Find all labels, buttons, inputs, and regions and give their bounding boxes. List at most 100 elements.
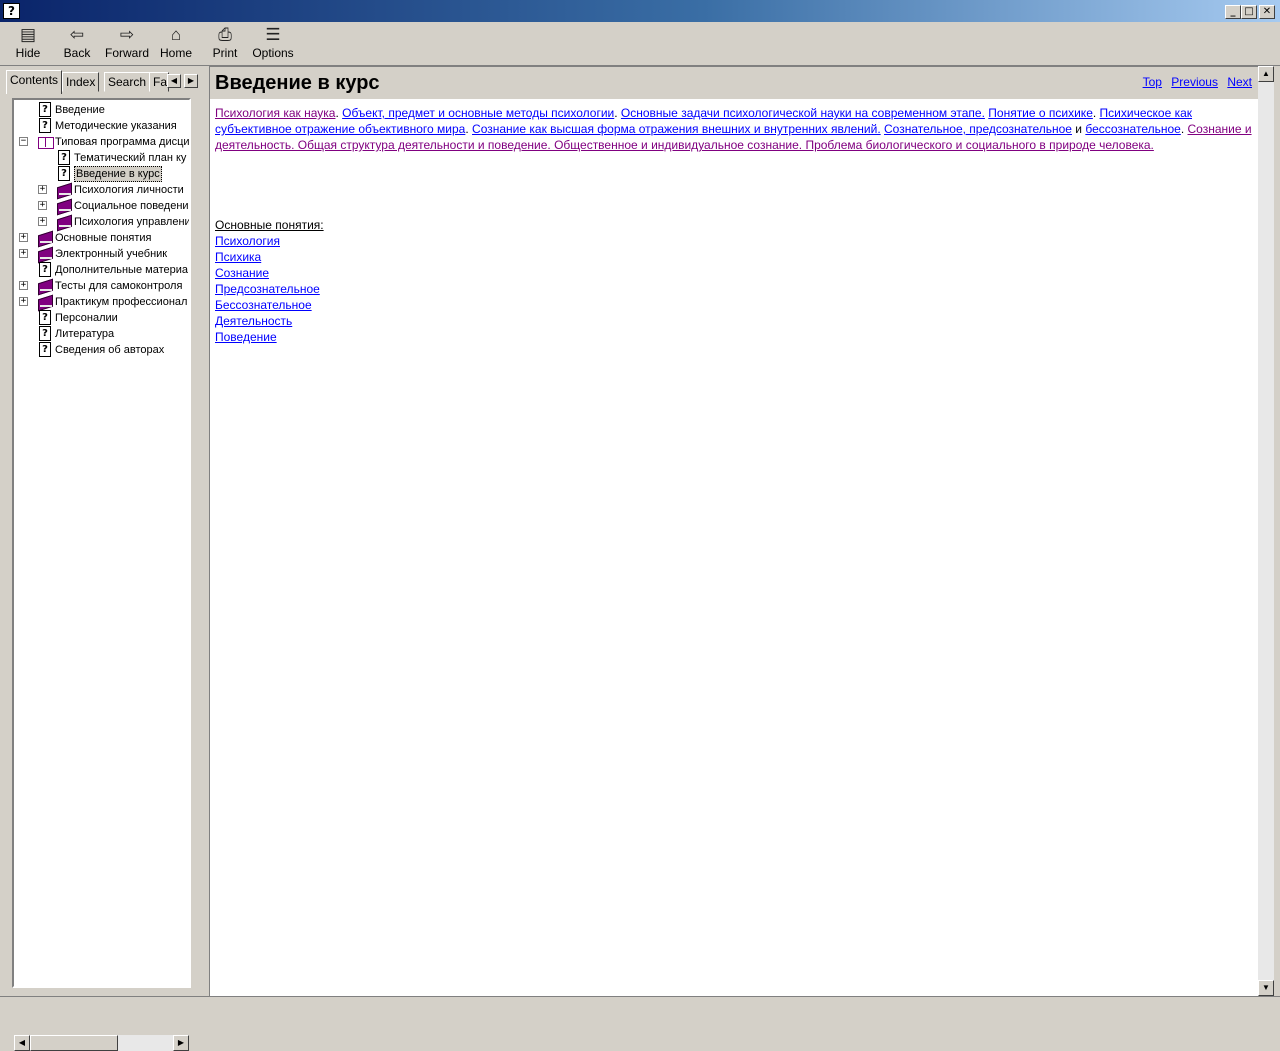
expand-icon[interactable]: + — [38, 217, 47, 226]
tab-scroll-right-button[interactable]: ▶ — [184, 74, 198, 88]
scroll-down-button[interactable]: ▼ — [1258, 980, 1274, 996]
home-icon: ⌂ — [170, 25, 182, 44]
collapse-icon[interactable]: − — [19, 137, 28, 146]
minimize-button[interactable]: _ — [1225, 5, 1241, 19]
contents-tree[interactable]: ? Введение ? Методические указания − Типовая … — [12, 98, 191, 988]
expand-icon[interactable]: + — [38, 185, 47, 194]
back-button[interactable]: ⇦ Back — [58, 24, 96, 64]
forward-arrow-icon: ⇨ — [119, 25, 135, 44]
tree-item-label: Введение — [55, 104, 105, 116]
options-button[interactable]: ☰ Options — [251, 24, 295, 64]
back-arrow-icon: ⇦ — [69, 25, 85, 44]
topic-link[interactable]: Основные задачи психологической науки на… — [621, 106, 985, 120]
page-title: Введение в курс — [215, 72, 380, 94]
tab-search[interactable]: Search — [104, 72, 151, 92]
tree-item[interactable]: + Психология личности — [14, 182, 189, 198]
tree-item[interactable]: ? Введение — [14, 102, 189, 118]
tab-favorites[interactable]: Fa — [149, 72, 169, 92]
tree-item-label: Введение в курс — [74, 166, 162, 182]
forward-button[interactable]: ⇨ Forward — [104, 24, 150, 64]
help-page-icon: ? — [39, 118, 51, 133]
tree-item[interactable]: ? Дополнительные материа — [14, 262, 189, 278]
topic-link[interactable]: Объект, предмет и основные методы психол… — [342, 106, 614, 120]
tree-item-label: Практикум профессионал — [55, 296, 188, 308]
topic-link[interactable]: Понятие о психике — [988, 106, 1093, 120]
scroll-left-button[interactable]: ◀ — [14, 1035, 30, 1051]
hide-button[interactable]: ▤ Hide — [10, 24, 46, 64]
title-bar: ? _ □ ✕ — [0, 0, 1280, 22]
help-book-icon[interactable]: ? — [3, 2, 20, 19]
tab-contents[interactable]: Contents — [6, 70, 63, 94]
key-concepts: Основные понятия: Психология Психика Созна… — [215, 217, 324, 345]
help-page-icon: ? — [39, 262, 51, 277]
scroll-thumb[interactable] — [30, 1035, 118, 1051]
navigation-pane: Contents Index Search Fa ◀ ▶ ? Введение ? М… — [0, 66, 205, 1051]
open-book-icon — [37, 136, 54, 149]
concept-link[interactable]: Сознание — [215, 265, 324, 281]
tree-item-label: Дополнительные материа — [55, 264, 188, 276]
tree-horizontal-scrollbar[interactable]: ◀ ▶ — [14, 1035, 189, 1051]
content-pane: Введение в курс Top Previous Next Психол… — [210, 66, 1258, 996]
help-page-icon: ? — [39, 342, 51, 357]
tree-item[interactable]: ? Персоналии — [14, 310, 189, 326]
tree-item[interactable]: + Социальное поведение — [14, 198, 189, 214]
concept-link[interactable]: Психология — [215, 233, 324, 249]
tree-item-label: Психология управлени — [74, 216, 191, 228]
printer-icon: ⎙ — [218, 25, 232, 44]
closed-book-icon — [37, 248, 53, 260]
topic-link[interactable]: Сознание как высшая форма отражения внеш… — [472, 122, 881, 136]
hide-icon: ▤ — [19, 25, 37, 44]
concept-link[interactable]: Деятельность — [215, 313, 324, 329]
maximize-button[interactable]: □ — [1241, 5, 1257, 19]
topic-link[interactable]: Сознательное, предсознательное — [884, 122, 1072, 136]
tree-item[interactable]: − Типовая программа дисци — [14, 134, 189, 150]
close-button[interactable]: ✕ — [1259, 5, 1275, 19]
tree-item-label: Персоналии — [55, 312, 118, 324]
scroll-right-button[interactable]: ▶ — [173, 1035, 189, 1051]
options-icon: ☰ — [265, 25, 281, 44]
tree-item[interactable]: ? Методические указания — [14, 118, 189, 134]
next-link[interactable]: Next — [1227, 75, 1252, 89]
help-page-icon: ? — [39, 102, 51, 117]
tab-index[interactable]: Index — [62, 72, 100, 92]
tree-item-label: Типовая программа дисци — [55, 136, 190, 148]
concept-link[interactable]: Поведение — [215, 329, 324, 345]
concept-link[interactable]: Предсознательное — [215, 281, 324, 297]
tree-item[interactable]: ? Литература — [14, 326, 189, 342]
closed-book-icon — [37, 280, 53, 292]
tab-scroll-left-button[interactable]: ◀ — [167, 74, 181, 88]
topic-link[interactable]: бессознательное — [1085, 122, 1181, 136]
expand-icon[interactable]: + — [19, 233, 28, 242]
print-button[interactable]: ⎙ Print — [207, 24, 243, 64]
tree-item[interactable]: + Основные понятия — [14, 230, 189, 246]
tree-item[interactable]: + Электронный учебник — [14, 246, 189, 262]
tree-item-label: Социальное поведение — [74, 200, 191, 212]
tree-item-label: Электронный учебник — [55, 248, 168, 260]
tree-item-label: Тематический план ку — [74, 152, 187, 164]
home-button[interactable]: ⌂ Home — [157, 24, 195, 64]
content-vertical-scrollbar[interactable]: ▲ ▼ — [1258, 66, 1274, 996]
tree-item-label: Основные понятия — [55, 232, 152, 244]
expand-icon[interactable]: + — [38, 201, 47, 210]
expand-icon[interactable]: + — [19, 281, 28, 290]
topic-link[interactable]: Психология как наука — [215, 106, 335, 120]
tree-item[interactable]: + Психология управлени — [14, 214, 189, 230]
key-concepts-heading: Основные понятия: — [215, 218, 324, 232]
toolbar: ▤ Hide ⇦ Back ⇨ Forward ⌂ Home ⎙ Print ☰… — [0, 22, 1280, 66]
tree-item[interactable]: ? Введение в курс — [14, 166, 189, 182]
expand-icon[interactable]: + — [19, 249, 28, 258]
concept-link[interactable]: Бессознательное — [215, 297, 324, 313]
help-page-icon: ? — [39, 326, 51, 341]
topic-navigation: Top Previous Next — [1137, 75, 1252, 89]
top-link[interactable]: Top — [1143, 75, 1162, 89]
tree-item[interactable]: ? Тематический план ку — [14, 150, 189, 166]
tree-item[interactable]: + Практикум профессионал — [14, 294, 189, 310]
topic-links-paragraph: Психология как наука. Объект, предмет и … — [215, 105, 1255, 153]
expand-icon[interactable]: + — [19, 297, 28, 306]
tree-item[interactable]: ? Сведения об авторах — [14, 342, 189, 358]
previous-link[interactable]: Previous — [1171, 75, 1218, 89]
tree-item[interactable]: + Тесты для самоконтроля — [14, 278, 189, 294]
concept-link[interactable]: Психика — [215, 249, 324, 265]
scroll-up-button[interactable]: ▲ — [1258, 66, 1274, 82]
topic-separator: и — [1071, 122, 1086, 136]
